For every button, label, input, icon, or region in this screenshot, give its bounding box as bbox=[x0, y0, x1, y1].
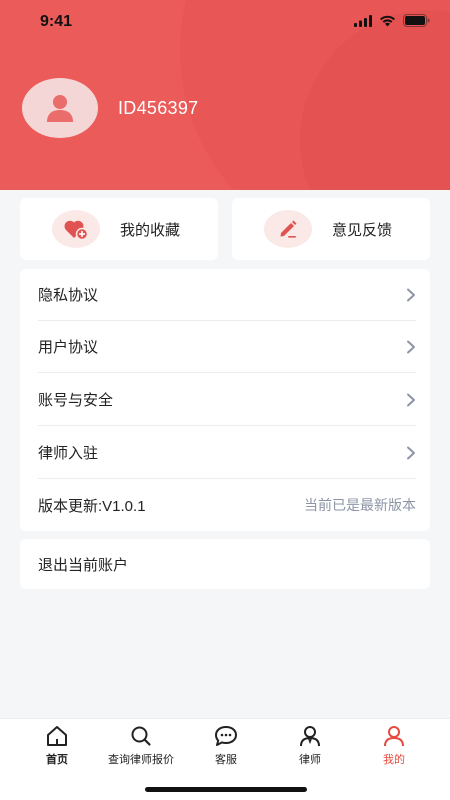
menu-item-user-agreement[interactable]: 用户协议 bbox=[38, 321, 416, 373]
settings-menu: 隐私协议 用户协议 账号与安全 律师入驻 版本更新:V1.0.1 当前已是最新版… bbox=[20, 269, 430, 531]
tab-customer-service[interactable]: 客服 bbox=[181, 725, 271, 767]
menu-item-label: 隐私协议 bbox=[38, 287, 99, 304]
tab-search-quotes[interactable]: 查询律师报价 bbox=[96, 725, 186, 767]
feedback-button[interactable]: 意见反馈 bbox=[232, 198, 430, 260]
menu-item-account-security[interactable]: 账号与安全 bbox=[38, 374, 416, 426]
person-icon bbox=[384, 726, 404, 747]
chat-icon bbox=[215, 726, 237, 746]
version-label: 版本更新:V1.0.1 bbox=[38, 497, 146, 515]
favorites-button[interactable]: 我的收藏 bbox=[20, 198, 218, 260]
pencil-icon bbox=[280, 220, 297, 238]
favorites-icon-wrap bbox=[52, 210, 100, 248]
home-icon bbox=[47, 726, 67, 746]
status-bar: 9:41 bbox=[0, 0, 450, 44]
status-time: 9:41 bbox=[40, 13, 73, 30]
feedback-icon-wrap bbox=[264, 210, 312, 248]
menu-item-label: 用户协议 bbox=[38, 339, 99, 356]
tab-label: 我的 bbox=[383, 754, 405, 766]
profile-header: 9:41 ID456397 bbox=[0, 0, 450, 190]
user-id: ID456397 bbox=[118, 98, 199, 118]
lawyer-icon bbox=[300, 726, 320, 747]
menu-item-lawyer-join[interactable]: 律师入驻 bbox=[38, 427, 416, 479]
status-icons bbox=[354, 14, 430, 27]
battery-icon bbox=[403, 14, 430, 27]
person-icon bbox=[47, 95, 73, 122]
tab-home[interactable]: 首页 bbox=[12, 725, 102, 767]
tab-mine[interactable]: 我的 bbox=[349, 725, 439, 767]
heart-plus-icon bbox=[64, 220, 89, 241]
chevron-right-icon bbox=[407, 446, 415, 459]
chevron-right-icon bbox=[407, 393, 415, 406]
menu-item-label: 账号与安全 bbox=[38, 392, 114, 409]
tab-label: 查询律师报价 bbox=[108, 754, 174, 766]
signal-icon bbox=[354, 14, 372, 27]
logout-label: 退出当前账户 bbox=[38, 556, 129, 574]
logout-button[interactable]: 退出当前账户 bbox=[20, 539, 430, 589]
search-icon bbox=[131, 726, 151, 746]
version-status: 当前已是最新版本 bbox=[304, 497, 416, 513]
menu-item-privacy[interactable]: 隐私协议 bbox=[38, 269, 416, 321]
home-indicator bbox=[145, 787, 307, 792]
tab-label: 律师 bbox=[299, 754, 321, 766]
feedback-label: 意见反馈 bbox=[332, 221, 393, 239]
tab-label: 客服 bbox=[215, 754, 237, 766]
chevron-right-icon bbox=[407, 288, 415, 301]
menu-item-version[interactable]: 版本更新:V1.0.1 当前已是最新版本 bbox=[38, 479, 416, 531]
wifi-icon bbox=[380, 15, 395, 26]
menu-item-label: 律师入驻 bbox=[38, 445, 99, 462]
tab-label: 首页 bbox=[46, 754, 68, 766]
avatar[interactable] bbox=[22, 78, 98, 138]
favorites-label: 我的收藏 bbox=[120, 221, 181, 239]
tab-lawyers[interactable]: 律师 bbox=[265, 725, 355, 767]
chevron-right-icon bbox=[407, 340, 415, 353]
